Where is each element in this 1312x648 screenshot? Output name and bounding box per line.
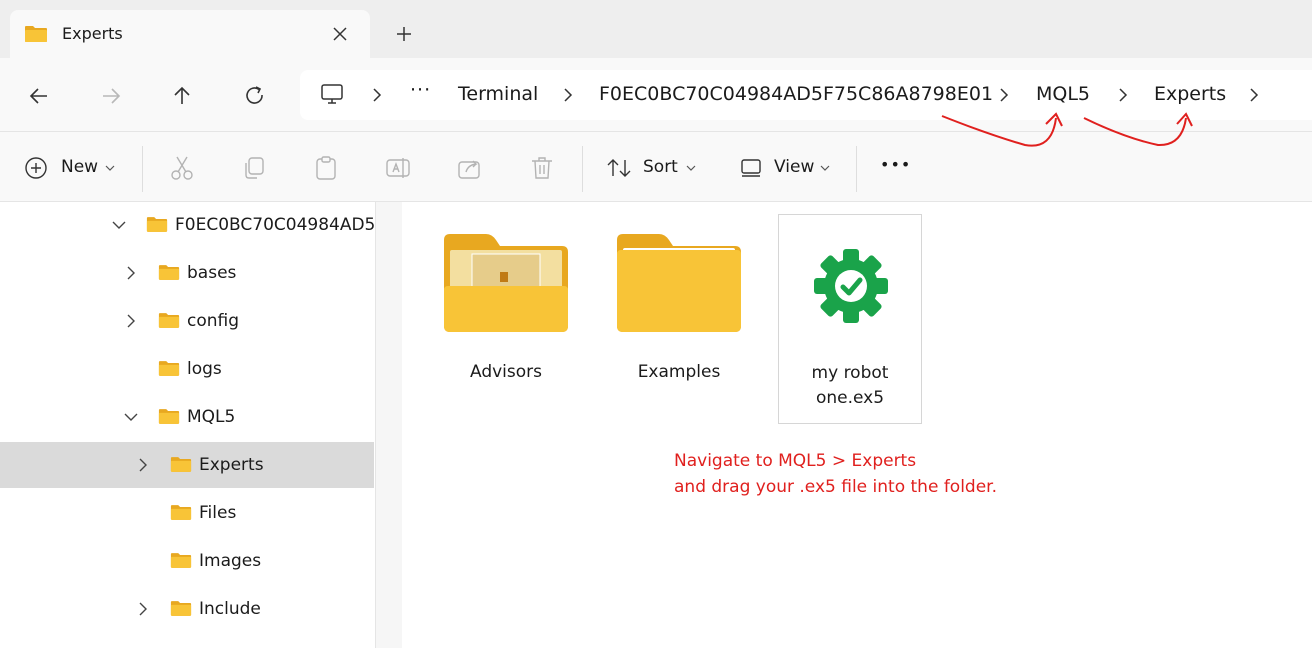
back-arrow-icon[interactable] [25,82,53,110]
tree-item-bases[interactable]: bases [0,250,374,296]
new-tab-icon[interactable] [392,22,416,46]
this-pc-icon[interactable] [320,82,344,106]
folder-icon [617,234,741,332]
new-label: New [61,157,99,177]
tree-item-config[interactable]: config [0,298,374,344]
folder-icon [170,553,192,568]
tree-item-images[interactable]: Images [0,538,374,584]
tree-item-mql5[interactable]: MQL5 [0,394,374,440]
navigation-pane: F0EC0BC70C04984AD5F7 bases config logs M… [0,202,376,648]
tree-item-label: MQL5 [187,407,236,427]
file-list: Advisors Examples my robot one.ex5 Navig… [402,202,1312,648]
annotation-line2: and drag your .ex5 file into the folder. [674,477,998,497]
sort-label: Sort [643,157,678,177]
delete-icon[interactable] [528,154,556,182]
navigation-bar: ··· Terminal F0EC0BC70C04984AD5F75C86A87… [0,58,1312,132]
chevron-right-icon[interactable] [369,87,385,103]
chevron-down-icon [105,165,115,171]
folder-icon [170,457,192,472]
gear-check-icon [814,249,888,323]
folder-icon [158,409,180,424]
address-bar[interactable]: ··· Terminal F0EC0BC70C04984AD5F75C86A87… [300,70,1312,120]
forward-arrow-icon[interactable] [97,82,125,110]
sort-arrows-icon [607,159,631,177]
folder-icon [158,361,180,376]
breadcrumb-mql5[interactable]: MQL5 [1036,83,1090,105]
annotation-line1: Navigate to MQL5 > Experts [674,451,917,471]
separator [142,146,143,192]
separator [582,146,583,192]
chevron-right-icon[interactable] [135,457,151,473]
view-button[interactable]: View [740,154,836,182]
plus-circle-icon [25,157,47,179]
chevron-down-icon[interactable] [123,409,139,425]
command-bar: New Sort View ••• [0,132,1312,202]
tree-item-label: Experts [199,455,264,475]
chevron-right-icon[interactable] [123,313,139,329]
folder-icon [158,313,180,328]
breadcrumb-experts[interactable]: Experts [1154,83,1226,105]
paste-icon[interactable] [312,154,340,182]
breadcrumb-overflow[interactable]: ··· [410,79,431,101]
rename-icon[interactable] [384,154,412,182]
tree-item-experts[interactable]: Experts [0,442,374,488]
chevron-down-icon [686,165,696,171]
chevron-right-icon[interactable] [996,87,1012,103]
sort-button[interactable]: Sort [606,154,702,182]
more-options-button[interactable]: ••• [880,155,911,174]
up-arrow-icon[interactable] [168,82,196,110]
tree-item-logs[interactable]: logs [0,346,374,392]
refresh-icon[interactable] [241,82,269,110]
file-item-my-robot[interactable]: my robot one.ex5 [778,214,922,424]
tree-item-label: config [187,311,240,331]
tab-experts[interactable]: Experts [10,10,370,58]
breadcrumb-terminal-id[interactable]: F0EC0BC70C04984AD5F75C86A8798E01 [599,83,993,105]
file-item-label: Examples [637,362,721,382]
separator [856,146,857,192]
view-label: View [774,157,815,177]
chevron-down-icon[interactable] [111,217,127,233]
file-name-line1: my robot [811,363,889,383]
tree-item-label: Files [199,503,237,523]
tree-item-files[interactable]: Files [0,490,374,536]
chevron-right-icon[interactable] [123,265,139,281]
breadcrumb-terminal[interactable]: Terminal [458,83,538,105]
close-icon[interactable] [328,22,352,46]
share-icon[interactable] [456,154,484,182]
file-item-label: Advisors [469,362,542,382]
tree-item-label: bases [187,263,237,283]
file-name-line2: one.ex5 [815,388,885,408]
file-item-advisors[interactable]: Advisors [434,214,578,424]
chevron-down-icon [820,165,830,171]
file-item-examples[interactable]: Examples [607,214,751,424]
tree-item-include[interactable]: Include [0,586,374,632]
folder-icon [170,601,192,616]
navigation-pane-scrollbar[interactable] [376,202,402,648]
cut-icon[interactable] [168,154,196,182]
instruction-annotation: Navigate to MQL5 > Experts and drag your… [674,448,997,500]
tab-strip: Experts [0,0,1312,58]
folder-with-content-icon [444,234,568,332]
view-icon [741,159,761,177]
chevron-right-icon[interactable] [135,601,151,617]
file-item-label: my robot one.ex5 [779,361,921,411]
folder-icon [170,505,192,520]
chevron-right-icon[interactable] [1115,87,1131,103]
folder-icon [158,265,180,280]
chevron-right-icon[interactable] [560,87,576,103]
tree-item-terminal-id[interactable]: F0EC0BC70C04984AD5F7 [0,202,376,248]
tree-item-label: logs [187,359,222,379]
new-button[interactable]: New [24,154,124,182]
tab-title: Experts [62,24,123,43]
folder-icon [146,217,168,232]
folder-icon [25,26,47,42]
chevron-right-icon[interactable] [1246,87,1262,103]
copy-icon[interactable] [240,154,268,182]
tree-item-label: F0EC0BC70C04984AD5F7 [175,215,376,235]
tree-item-label: Images [199,551,262,571]
tree-item-label: Include [199,599,261,619]
